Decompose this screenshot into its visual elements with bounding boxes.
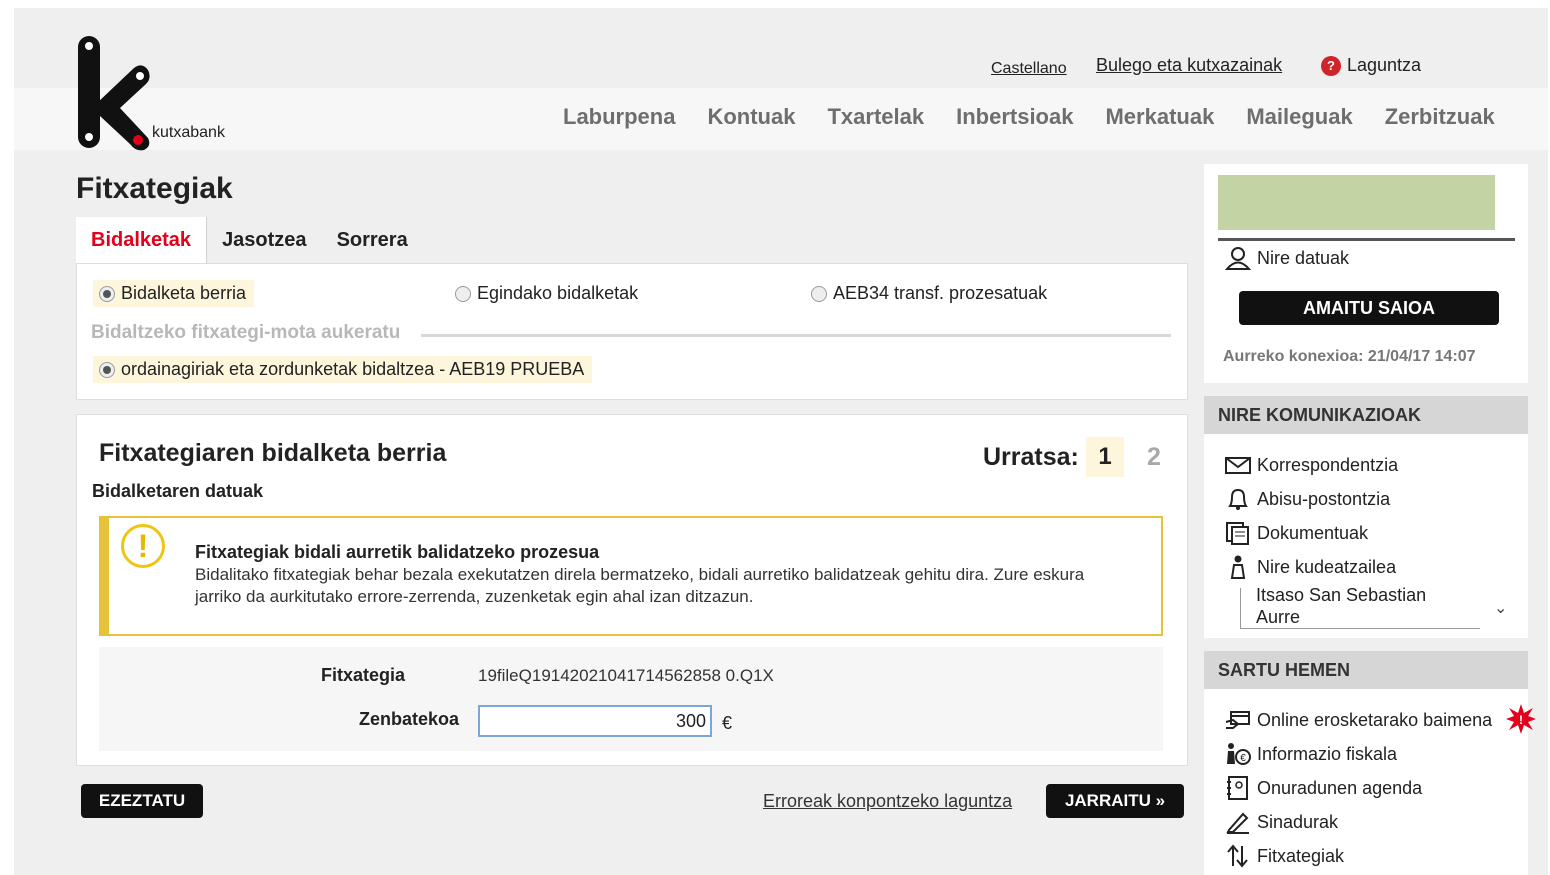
manager-underline: [1240, 628, 1480, 629]
signatures-link[interactable]: Sinadurak: [1225, 810, 1338, 834]
tax-icon: €: [1227, 743, 1251, 765]
alert-title: Fitxategiak bidali aurretik balidatzeko …: [195, 542, 600, 562]
tab-bar: Bidalketak Jasotzea Sorrera: [76, 217, 423, 263]
user-banner: [1218, 175, 1495, 230]
beneficiaries-link[interactable]: Onuradunen agenda: [1225, 776, 1422, 800]
file-type-legend: Bidaltzeko fitxategi-mota aukeratu: [91, 322, 401, 343]
continue-button[interactable]: JARRAITU »: [1046, 784, 1184, 818]
nav-item-kontuak[interactable]: Kontuak: [707, 104, 795, 130]
svg-text:!: !: [1519, 713, 1523, 727]
nav-item-merkatuak[interactable]: Merkatuak: [1105, 104, 1214, 130]
step-current: 1: [1086, 437, 1124, 477]
offices-link[interactable]: Bulego eta kutxazainak: [1096, 55, 1282, 76]
form-title: Fitxategiaren bidalketa berria: [99, 439, 447, 467]
logout-button[interactable]: AMAITU SAIOA: [1239, 291, 1499, 325]
user-divider: [1218, 238, 1515, 241]
exclamation-icon: !: [121, 524, 165, 568]
user-icon: [1225, 247, 1251, 270]
tab-sorrera[interactable]: Sorrera: [322, 217, 423, 263]
help-link[interactable]: ? Laguntza: [1321, 55, 1421, 76]
radio-dot: [811, 285, 827, 302]
manager-bracket: [1240, 588, 1241, 628]
documents-link[interactable]: Dokumentuak: [1225, 521, 1368, 545]
nav-item-zerbitzuak[interactable]: Zerbitzuak: [1385, 104, 1495, 130]
radio-dot-selected: [99, 361, 115, 378]
communications-header: NIRE KOMUNIKAZIOAK: [1204, 396, 1528, 434]
language-link[interactable]: Castellano: [991, 60, 1067, 78]
documents-icon: [1226, 522, 1249, 545]
tax-info-link[interactable]: € Informazio fiskala: [1225, 742, 1397, 766]
help-icon: ?: [1321, 55, 1341, 76]
manager-link[interactable]: Nire kudeatzailea: [1225, 555, 1396, 579]
nav-item-maileguak[interactable]: Maileguak: [1246, 104, 1352, 130]
svg-text:€: €: [1240, 753, 1246, 764]
radio-dot-selected: [99, 285, 115, 302]
nav-item-txartelak[interactable]: Txartelak: [827, 104, 924, 130]
step-label: Urratsa:: [983, 443, 1079, 471]
kutxabank-logo[interactable]: [76, 34, 156, 152]
step-next: 2: [1147, 443, 1161, 471]
radio-done-sends[interactable]: Egindako bidalketak: [449, 280, 646, 307]
enter-here-header: SARTU HEMEN: [1204, 651, 1528, 689]
new-send-panel: Fitxategiaren bidalketa berria Urratsa: …: [76, 414, 1188, 766]
new-badge-icon: !: [1506, 704, 1536, 734]
correspondence-link[interactable]: Korrespondentzia: [1225, 453, 1398, 477]
radio-dot: [455, 285, 471, 302]
send-options-panel: Bidalketa berria Egindako bidalketak AEB…: [76, 263, 1188, 400]
page-title: Fitxategiak: [76, 172, 233, 205]
cancel-button[interactable]: EZEZTATU: [81, 784, 203, 818]
amount-label: Zenbatekoa: [358, 709, 459, 729]
file-value: 19fileQ19142021041714562858 0.Q1X: [478, 666, 774, 685]
online-purchase-link[interactable]: Online erosketarako baimena: [1225, 708, 1492, 732]
manager-name: Itsaso San Sebastian Aurre: [1256, 585, 1427, 627]
agenda-icon: [1227, 776, 1248, 800]
alert-text: Bidalitako fitxategiak behar bezala exek…: [195, 565, 1085, 606]
bell-icon: [1228, 488, 1248, 510]
file-label: Fitxategia: [320, 665, 405, 685]
validation-alert: ! Fitxategiak bidali aurretik balidatzek…: [99, 516, 1163, 636]
files-link[interactable]: Fitxategiak: [1225, 844, 1344, 868]
legend-divider: [421, 334, 1171, 337]
card-hand-icon: [1225, 711, 1250, 729]
person-icon: [1230, 555, 1246, 579]
chevron-down-icon[interactable]: ⌄: [1494, 598, 1507, 618]
pen-icon: [1226, 812, 1249, 834]
radio-new-send[interactable]: Bidalketa berria: [93, 280, 255, 307]
brand-name: kutxabank: [152, 124, 225, 141]
help-label: Laguntza: [1347, 55, 1422, 75]
envelope-icon: [1225, 457, 1251, 474]
radio-file-type-aeb19[interactable]: ordainagiriak eta zordunketak bidaltzea …: [93, 356, 593, 383]
currency-symbol: €: [722, 713, 733, 733]
radio-aeb34[interactable]: AEB34 transf. prozesatuak: [805, 280, 1055, 307]
main-nav: Laburpena Kontuak Txartelak Inbertsioak …: [563, 104, 1495, 130]
transfer-arrows-icon: [1227, 844, 1248, 868]
nav-item-laburpena[interactable]: Laburpena: [563, 104, 675, 130]
form-subtitle: Bidalketaren datuak: [92, 481, 264, 501]
error-help-link[interactable]: Erroreak konpontzeko laguntza: [763, 791, 1012, 812]
tab-jasotzea[interactable]: Jasotzea: [207, 217, 322, 263]
last-connection: Aurreko konexioa: 21/04/17 14:07: [1223, 348, 1476, 365]
my-data-link[interactable]: Nire datuak: [1225, 246, 1349, 270]
tab-bidalketak[interactable]: Bidalketak: [76, 217, 208, 263]
amount-input[interactable]: [478, 705, 712, 737]
notifications-link[interactable]: Abisu-postontzia: [1225, 487, 1390, 511]
nav-item-inbertsioak[interactable]: Inbertsioak: [956, 104, 1073, 130]
